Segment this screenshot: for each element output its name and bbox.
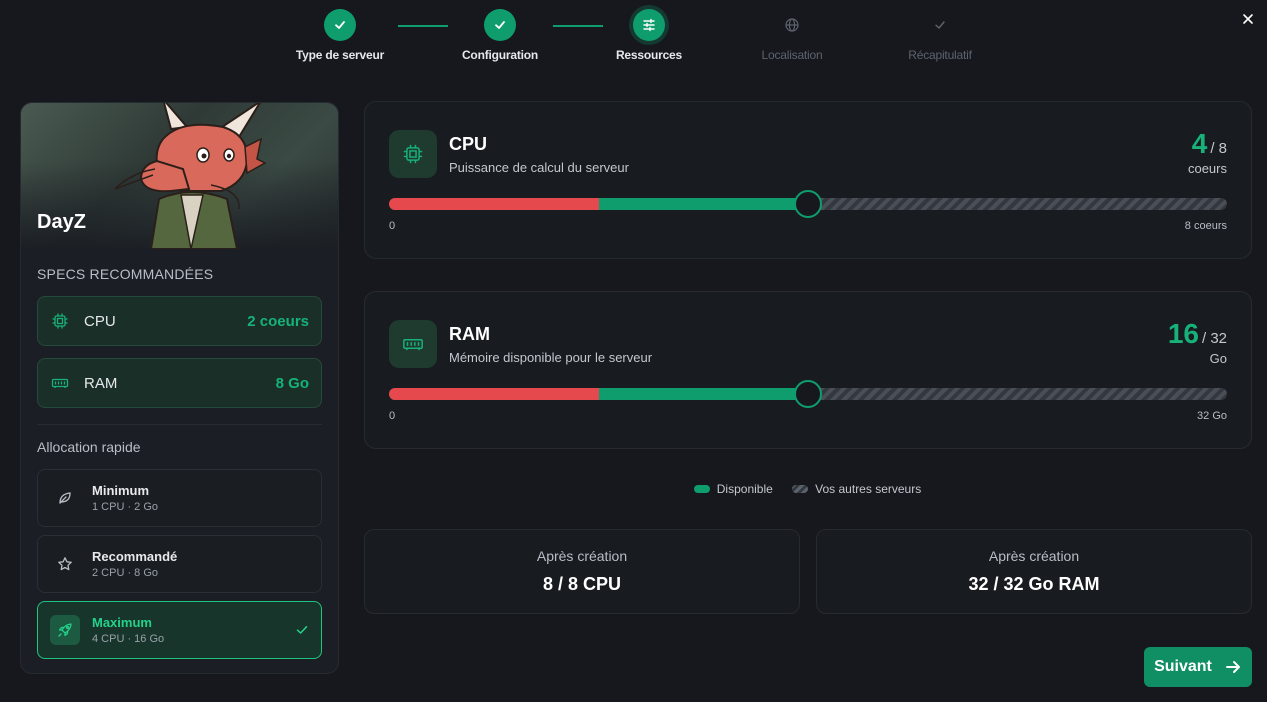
selected-range-bar (598, 388, 808, 400)
step-recapitulatif[interactable]: Récapitulatif (860, 0, 1020, 62)
ram-icon (389, 320, 437, 368)
step-label: Récapitulatif (908, 48, 972, 62)
rocket-icon (50, 615, 80, 645)
allocation-recommande[interactable]: Recommandé 2 CPU · 8 Go (37, 535, 322, 593)
legend-label: Disponible (716, 482, 773, 496)
slider-thumb[interactable] (794, 380, 822, 408)
next-button[interactable]: Suivant (1144, 647, 1252, 687)
allocation-detail: 1 CPU · 2 Go (92, 501, 159, 513)
spec-value: 2 coeurs (247, 312, 309, 330)
divider (37, 424, 322, 425)
allocation-title: Allocation rapide (37, 439, 141, 455)
step-label: Ressources (615, 48, 683, 62)
globe-icon (776, 9, 808, 41)
allocation-detail: 2 CPU · 8 Go (92, 567, 159, 579)
summary-value: 8 / 8 CPU (542, 574, 622, 594)
specs-title: SPECS RECOMMANDÉES (37, 266, 214, 282)
legend-item-available: Disponible (693, 482, 773, 496)
game-panel: DayZ SPECS RECOMMANDÉES CPU 2 coeurs RAM… (20, 102, 339, 674)
cpu-resource-card: CPU Puissance de calcul du serveur 4/ 8 … (364, 101, 1252, 259)
step-ressources[interactable]: Ressources (569, 0, 729, 62)
spec-name: RAM (84, 374, 118, 392)
resource-unit: coeurs (1187, 161, 1227, 176)
slider-thumb[interactable] (794, 190, 822, 218)
resource-count: 4/ 8 coeurs (1188, 128, 1227, 176)
spec-value: 8 Go (275, 374, 309, 392)
resource-max: / 8 (1210, 140, 1227, 157)
others-usage-bar (389, 388, 599, 400)
allocation-name: Recommandé (92, 549, 178, 564)
legend-label: Vos autres serveurs (815, 482, 922, 496)
resource-description: Puissance de calcul du serveur (449, 160, 629, 175)
allocation-name: Maximum (92, 615, 152, 630)
step-label: Type de serveur (295, 48, 385, 62)
allocation-minimum[interactable]: Minimum 1 CPU · 2 Go (37, 469, 322, 527)
next-button-label: Suivant (1154, 658, 1212, 675)
legend-item-others: Vos autres serveurs (792, 482, 921, 496)
resource-count: 16/ 32 Go (1168, 318, 1227, 366)
slider-max-label: 32 Go (1197, 410, 1227, 422)
sliders-icon (633, 9, 665, 41)
step-localisation[interactable]: Localisation (712, 0, 872, 62)
cpu-chip-icon (389, 130, 437, 178)
resource-max-value: 32 (1210, 330, 1227, 347)
game-title: DayZ (37, 211, 86, 233)
resource-name: CPU (449, 134, 488, 154)
ram-icon (50, 373, 70, 393)
step-label: Configuration (461, 48, 539, 62)
step-type-de-serveur[interactable]: Type de serveur (260, 0, 420, 62)
spec-ram: RAM 8 Go (37, 358, 322, 408)
summary-ram: Après création 32 / 32 Go RAM (816, 529, 1252, 614)
star-icon (50, 549, 80, 579)
resource-value: 4 (1191, 128, 1208, 159)
step-configuration[interactable]: Configuration (420, 0, 580, 62)
resource-name: RAM (449, 324, 490, 344)
legend-swatch-green (693, 485, 710, 493)
summary-label: Après création (536, 548, 628, 564)
check-icon (924, 9, 956, 41)
resource-max: / 32 (1201, 330, 1227, 347)
allocation-detail: 4 CPU · 16 Go (92, 633, 165, 645)
slider-max-label: 8 coeurs (1184, 220, 1227, 232)
spec-cpu: CPU 2 coeurs (37, 296, 322, 346)
game-banner: DayZ (21, 103, 338, 249)
check-icon (295, 623, 309, 642)
ram-slider[interactable] (389, 380, 1227, 408)
resource-max-value: 8 (1218, 140, 1227, 157)
legend: Disponible Vos autres serveurs (0, 482, 1267, 496)
dragon-mascot-image (114, 103, 267, 249)
legend-swatch-hatched (792, 485, 809, 493)
resource-unit: Go (1209, 351, 1227, 366)
stepper: Type de serveur Configuration Ressources… (0, 0, 1267, 80)
slider-min-label: 0 (389, 220, 396, 232)
close-icon[interactable] (1239, 10, 1257, 28)
cpu-chip-icon (50, 311, 70, 331)
arrow-right-icon (1224, 658, 1242, 676)
resource-description: Mémoire disponible pour le serveur (449, 350, 653, 365)
cpu-slider[interactable] (389, 190, 1227, 218)
allocation-maximum[interactable]: Maximum 4 CPU · 16 Go (37, 601, 322, 659)
summary-value: 32 / 32 Go RAM (968, 574, 1100, 594)
summary-cpu: Après création 8 / 8 CPU (364, 529, 800, 614)
spec-name: CPU (84, 312, 116, 330)
slider-min-label: 0 (389, 410, 396, 422)
selected-range-bar (598, 198, 808, 210)
check-icon (484, 9, 516, 41)
check-icon (324, 9, 356, 41)
summary-label: Après création (988, 548, 1080, 564)
resource-value: 16 (1167, 318, 1199, 349)
others-usage-bar (389, 198, 599, 210)
step-label: Localisation (761, 48, 823, 62)
ram-resource-card: RAM Mémoire disponible pour le serveur 1… (364, 291, 1252, 449)
